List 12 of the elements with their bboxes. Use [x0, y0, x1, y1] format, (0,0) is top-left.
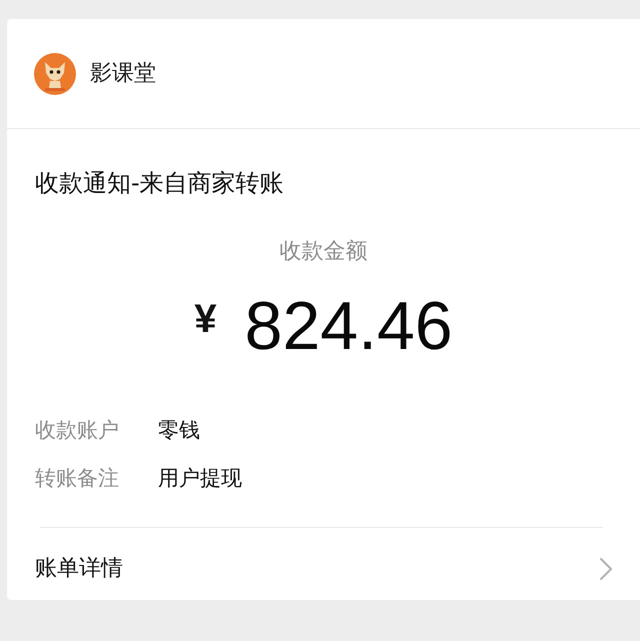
detail-label: 收款账户	[35, 417, 120, 444]
amount-value: 824.46	[244, 287, 453, 366]
amount-label: 收款金额	[280, 238, 368, 266]
detail-value: 零钱	[158, 417, 200, 444]
chevron-right-icon	[599, 557, 613, 581]
detail-value: 用户提现	[158, 465, 242, 492]
bill-details-link[interactable]: 账单详情	[35, 528, 640, 600]
notice-title: 收款通知-来自商家转账	[35, 168, 284, 199]
fox-logo-icon	[34, 52, 76, 94]
detail-label: 转账备注	[35, 465, 120, 492]
account-name: 影课堂	[90, 60, 156, 88]
currency-symbol: ¥	[194, 296, 217, 343]
